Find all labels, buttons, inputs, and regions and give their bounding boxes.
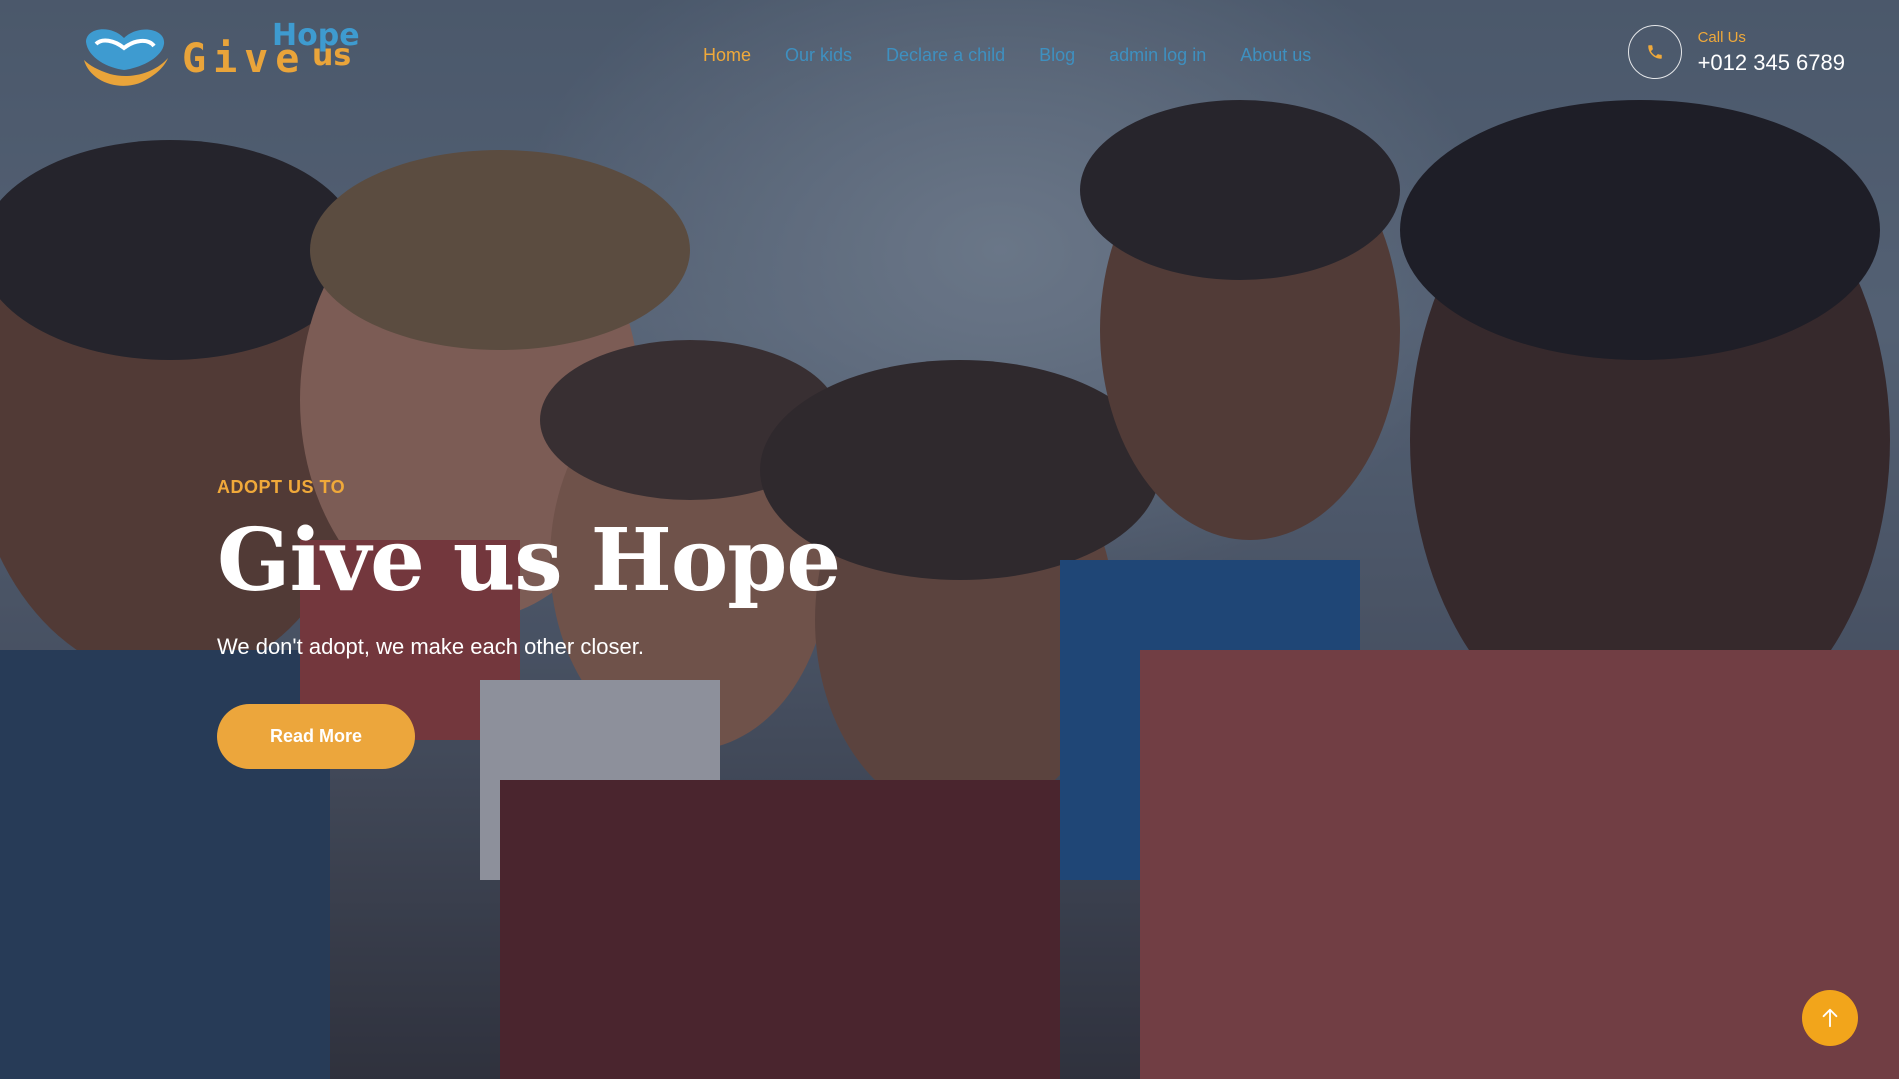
nav-item-blog[interactable]: Blog (1039, 45, 1075, 66)
call-us-label: Call Us (1697, 28, 1746, 46)
hero-content: ADOPT US TO Give us Hope We don't adopt,… (217, 477, 841, 770)
nav-item-admin-login[interactable]: admin log in (1109, 45, 1206, 66)
nav-item-declare-child[interactable]: Declare a child (886, 45, 1005, 66)
call-us-block[interactable]: Call Us +012 345 6789 (1627, 25, 1845, 79)
arrow-up-icon (1822, 1008, 1838, 1028)
landing-page: Give Hope us Home Our kids Declare a chi… (0, 0, 1899, 1079)
nav-item-about-us[interactable]: About us (1240, 45, 1311, 66)
site-header: Give Hope us Home Our kids Declare a chi… (0, 0, 1899, 110)
nav-item-home[interactable]: Home (703, 45, 751, 66)
hero-subtitle: We don't adopt, we make each other close… (217, 634, 644, 660)
read-more-button[interactable]: Read More (217, 704, 415, 770)
hero-eyebrow: ADOPT US TO (217, 477, 346, 497)
heart-hands-logo-icon (84, 29, 168, 86)
hero-title: Give us Hope (217, 510, 841, 611)
main-nav: Home Our kids Declare a child Blog admin… (703, 45, 1311, 66)
logo-text-us: us (312, 38, 352, 73)
scroll-to-top-button[interactable] (1802, 990, 1858, 1046)
site-logo[interactable]: Give Hope us (80, 18, 380, 90)
nav-item-our-kids[interactable]: Our kids (785, 45, 852, 66)
phone-number[interactable]: +012 345 6789 (1698, 50, 1845, 76)
phone-glyph (1647, 45, 1662, 59)
call-text: Call Us +012 345 6789 (1698, 29, 1845, 76)
phone-icon[interactable] (1627, 25, 1682, 79)
